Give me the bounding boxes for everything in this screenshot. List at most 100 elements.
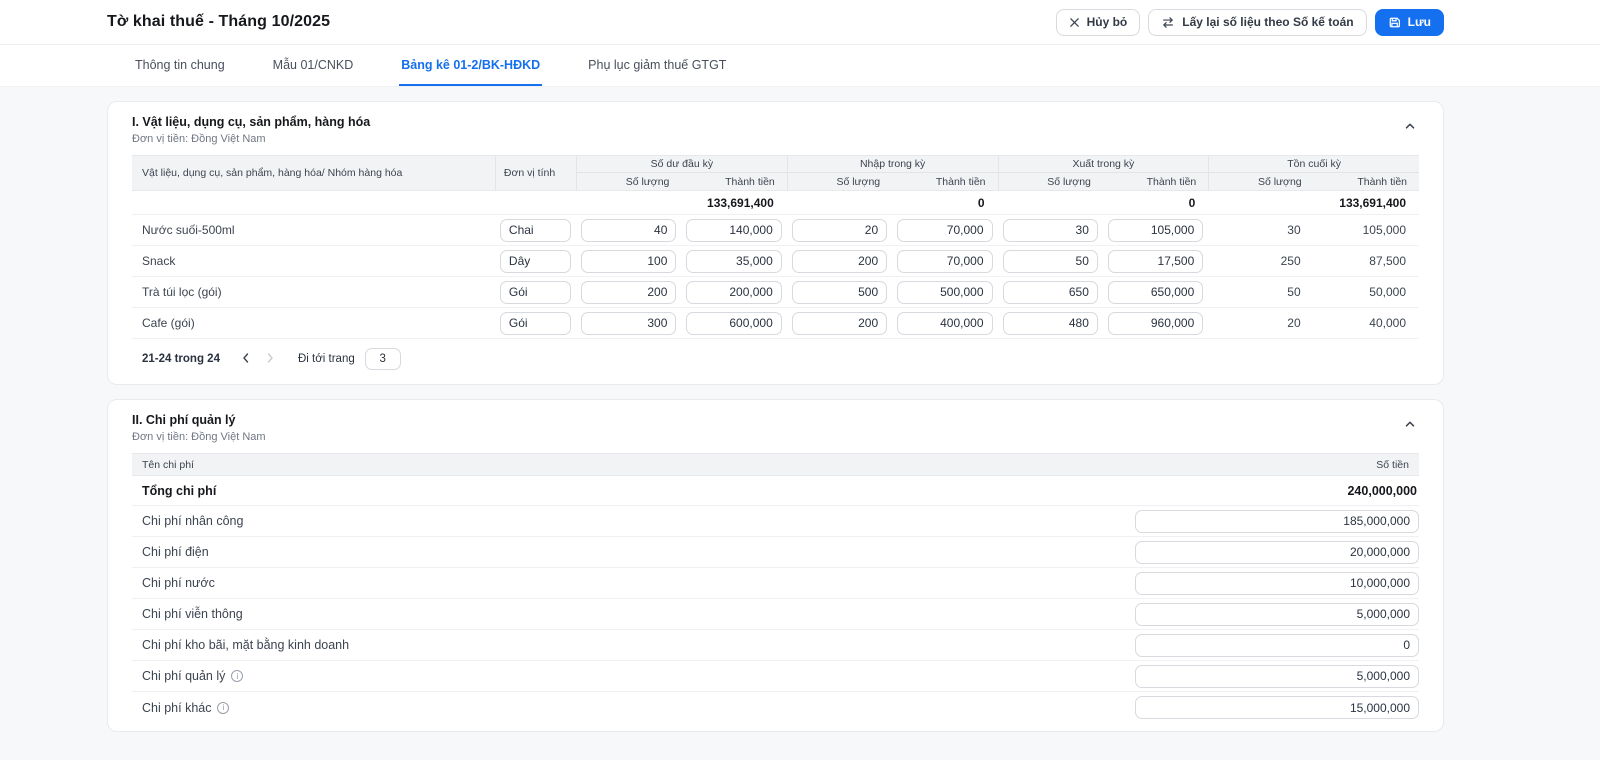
expense-label: Chi phí quản lý — [142, 669, 225, 683]
collapse-expenses-button[interactable] — [1401, 413, 1419, 438]
col-header-in-qty: Số lượng — [787, 173, 892, 190]
in-qty-input[interactable] — [792, 219, 887, 242]
expenses-section-title: II. Chi phí quản lý — [132, 413, 266, 427]
info-icon[interactable]: i — [217, 702, 229, 714]
collapse-inventory-button[interactable] — [1401, 115, 1419, 140]
closing-qty: 250 — [1208, 254, 1313, 268]
expense-label: Chi phí khác — [142, 701, 211, 715]
chevron-up-icon — [1403, 121, 1417, 136]
goto-page-input[interactable] — [365, 348, 401, 370]
out-amount-input[interactable] — [1108, 250, 1203, 273]
opening-qty-input[interactable] — [581, 312, 676, 335]
col-header-out-qty: Số lượng — [998, 173, 1103, 190]
col-header-opening-qty: Số lượng — [576, 173, 681, 190]
tab-mau-01-cnkd[interactable]: Mẫu 01/CNKD — [271, 45, 356, 86]
expense-amount-input[interactable] — [1135, 665, 1419, 688]
inventory-rows: Nước suối-500ml 30 105,000 Snack 250 87,… — [132, 215, 1419, 339]
col-header-out-amount: Thành tiền — [1103, 173, 1208, 190]
opening-qty-input[interactable] — [581, 281, 676, 304]
expense-row: Chi phí nước — [132, 568, 1419, 599]
out-qty-input[interactable] — [1003, 312, 1098, 335]
expense-amount-input[interactable] — [1135, 510, 1419, 533]
closing-qty: 20 — [1208, 316, 1313, 330]
in-qty-input[interactable] — [792, 250, 887, 273]
inventory-row: Cafe (gói) 20 40,000 — [132, 308, 1419, 339]
total-closing-amount: 133,691,400 — [1314, 196, 1419, 210]
total-in-amount: 0 — [892, 196, 997, 210]
in-qty-input[interactable] — [792, 312, 887, 335]
col-header-in: Nhập trong kỳ — [787, 156, 998, 173]
total-opening-amount: 133,691,400 — [681, 196, 786, 210]
out-qty-input[interactable] — [1003, 250, 1098, 273]
save-button[interactable]: Lưu — [1375, 9, 1444, 36]
unit-input[interactable] — [500, 250, 571, 273]
col-header-closing-amount: Thành tiền — [1314, 173, 1419, 190]
refresh-data-button[interactable]: Lấy lại số liệu theo Số kế toán — [1148, 9, 1366, 36]
out-qty-input[interactable] — [1003, 281, 1098, 304]
inventory-row: Trà túi lọc (gói) 50 50,000 — [132, 277, 1419, 308]
expense-rows: Chi phí nhân công Chi phí điện Chi phí n… — [132, 506, 1419, 723]
unit-input[interactable] — [500, 219, 571, 242]
tab-bang-ke-01-2[interactable]: Bảng kê 01-2/BK-HĐKD — [399, 45, 542, 86]
expense-row: Chi phí khác i — [132, 692, 1419, 723]
item-name: Trà túi lọc (gói) — [132, 285, 495, 299]
opening-amount-input[interactable] — [686, 281, 781, 304]
chevron-left-icon — [240, 352, 252, 367]
item-name: Nước suối-500ml — [132, 223, 495, 237]
in-amount-input[interactable] — [897, 250, 992, 273]
out-qty-input[interactable] — [1003, 219, 1098, 242]
expense-row: Chi phí viễn thông — [132, 599, 1419, 630]
save-button-label: Lưu — [1408, 15, 1431, 29]
tab-thong-tin-chung[interactable]: Thông tin chung — [133, 45, 227, 86]
unit-input[interactable] — [500, 312, 571, 335]
tab-phu-luc-giam-thue[interactable]: Phụ lục giảm thuế GTGT — [586, 45, 728, 86]
expenses-currency-note: Đơn vị tiền: Đồng Việt Nam — [132, 431, 266, 443]
opening-amount-input[interactable] — [686, 312, 781, 335]
in-amount-input[interactable] — [897, 312, 992, 335]
out-amount-input[interactable] — [1108, 312, 1203, 335]
col-header-opening: Số dư đầu kỳ — [576, 156, 787, 173]
expense-amount-input[interactable] — [1135, 696, 1419, 719]
in-amount-input[interactable] — [897, 281, 992, 304]
expense-row: Chi phí quản lý i — [132, 661, 1419, 692]
opening-amount-input[interactable] — [686, 250, 781, 273]
inventory-row: Snack 250 87,500 — [132, 246, 1419, 277]
col-header-closing-qty: Số lượng — [1208, 173, 1313, 190]
closing-qty: 50 — [1208, 285, 1313, 299]
info-icon[interactable]: i — [231, 670, 243, 682]
expense-amount-input[interactable] — [1135, 603, 1419, 626]
refresh-button-label: Lấy lại số liệu theo Số kế toán — [1182, 15, 1353, 29]
page-title: Tờ khai thuế - Tháng 10/2025 — [107, 13, 330, 31]
closing-amount: 87,500 — [1314, 254, 1419, 268]
col-header-out: Xuất trong kỳ — [998, 156, 1209, 173]
prev-page-button[interactable] — [234, 350, 258, 369]
expenses-table-header: Tên chi phí Số tiền — [132, 453, 1419, 476]
total-out-amount: 0 — [1103, 196, 1208, 210]
opening-qty-input[interactable] — [581, 219, 676, 242]
closing-amount: 50,000 — [1314, 285, 1419, 299]
closing-amount: 40,000 — [1314, 316, 1419, 330]
expense-amount-input[interactable] — [1135, 634, 1419, 657]
col-header-expense-name: Tên chi phí — [142, 459, 194, 471]
expense-label: Chi phí nước — [142, 576, 215, 590]
close-icon — [1069, 17, 1080, 28]
in-qty-input[interactable] — [792, 281, 887, 304]
inventory-section-title: I. Vật liệu, dụng cụ, sản phẩm, hàng hóa — [132, 115, 370, 129]
opening-amount-input[interactable] — [686, 219, 781, 242]
topbar: Tờ khai thuế - Tháng 10/2025 Hủy bỏ Lấy … — [0, 0, 1600, 45]
save-icon — [1388, 16, 1401, 29]
out-amount-input[interactable] — [1108, 219, 1203, 242]
next-page-button[interactable] — [258, 350, 282, 369]
col-header-name: Vật liệu, dụng cụ, sản phẩm, hàng hóa/ N… — [132, 156, 495, 190]
inventory-currency-note: Đơn vị tiền: Đồng Việt Nam — [132, 133, 370, 145]
out-amount-input[interactable] — [1108, 281, 1203, 304]
opening-qty-input[interactable] — [581, 250, 676, 273]
main-content: I. Vật liệu, dụng cụ, sản phẩm, hàng hóa… — [0, 87, 1600, 732]
goto-page-label: Đi tới trang — [298, 353, 355, 365]
unit-input[interactable] — [500, 281, 571, 304]
cancel-button[interactable]: Hủy bỏ — [1056, 9, 1141, 36]
expense-amount-input[interactable] — [1135, 572, 1419, 595]
expense-amount-input[interactable] — [1135, 541, 1419, 564]
in-amount-input[interactable] — [897, 219, 992, 242]
inventory-section: I. Vật liệu, dụng cụ, sản phẩm, hàng hóa… — [107, 101, 1444, 385]
